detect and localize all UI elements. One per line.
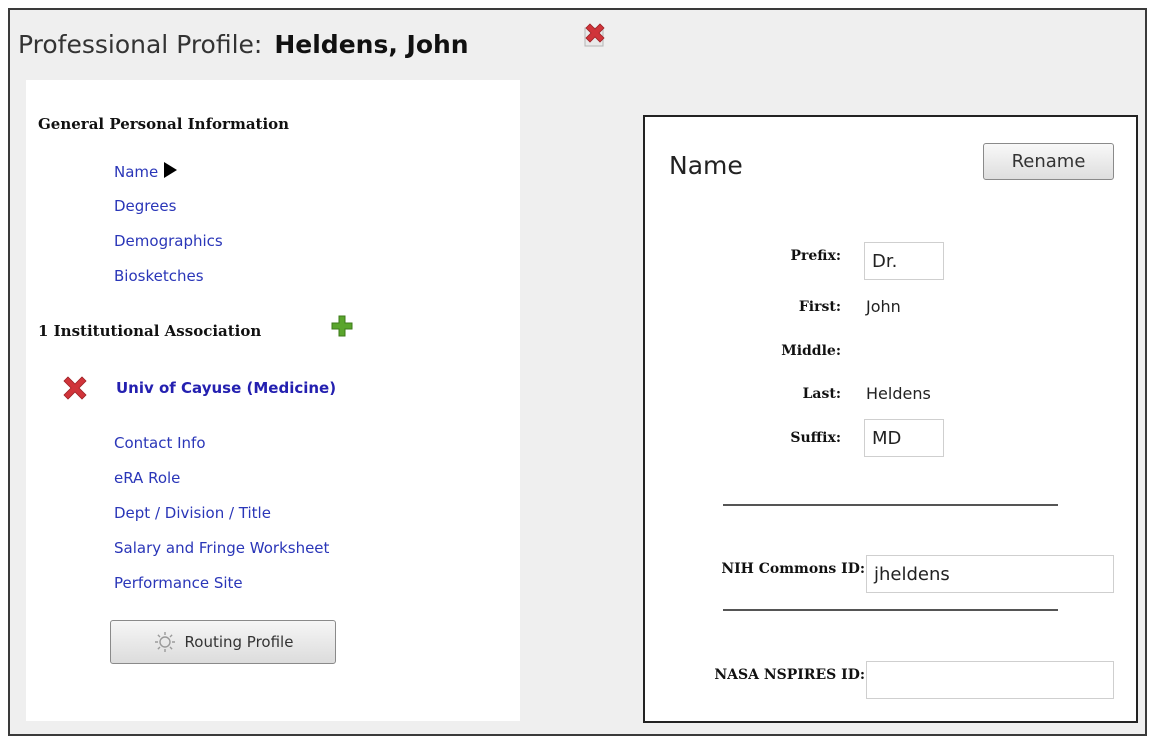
- last-label: Last:: [802, 386, 841, 402]
- sidebar-item-performance-site[interactable]: Performance Site: [114, 574, 243, 592]
- person-name: Heldens, John: [274, 30, 469, 59]
- first-label: First:: [798, 299, 841, 315]
- prefix-label: Prefix:: [790, 248, 841, 264]
- routing-profile-button[interactable]: Routing Profile: [110, 620, 336, 664]
- delete-x-icon[interactable]: [582, 22, 608, 48]
- first-value: John: [866, 297, 901, 316]
- middle-label: Middle:: [781, 343, 841, 359]
- page-title-prefix: Professional Profile:: [18, 30, 263, 59]
- sidebar-item-biosketches[interactable]: Biosketches: [114, 267, 204, 285]
- suffix-label: Suffix:: [790, 430, 841, 446]
- sidebar-item-demographics[interactable]: Demographics: [114, 232, 223, 250]
- nih-commons-input[interactable]: jheldens: [866, 555, 1114, 593]
- nih-commons-label: NIH Commons ID:: [721, 561, 865, 577]
- panel-title: Name: [669, 151, 743, 180]
- institution-link[interactable]: Univ of Cayuse (Medicine): [116, 379, 336, 397]
- suffix-input[interactable]: MD: [864, 419, 944, 457]
- sidebar-item-salary-fringe[interactable]: Salary and Fringe Worksheet: [114, 539, 329, 557]
- last-value: Heldens: [866, 384, 931, 403]
- sidebar-item-degrees[interactable]: Degrees: [114, 197, 176, 215]
- sidebar-item-name[interactable]: Name: [114, 162, 178, 181]
- green-plus-icon[interactable]: [331, 315, 353, 337]
- sidebar-item-era-role[interactable]: eRA Role: [114, 469, 180, 487]
- rename-button[interactable]: Rename: [983, 143, 1114, 180]
- nasa-nspires-label: NASA NSPIRES ID:: [714, 667, 865, 683]
- divider: [723, 609, 1058, 611]
- name-panel: Name Rename Prefix: Dr. First: John Midd…: [643, 115, 1138, 723]
- general-info-heading: General Personal Information: [38, 115, 290, 133]
- nasa-nspires-input[interactable]: [866, 661, 1114, 699]
- gear-icon: [154, 632, 175, 652]
- current-arrow-icon: [164, 162, 178, 178]
- prefix-input[interactable]: Dr.: [864, 242, 944, 280]
- red-x-icon[interactable]: [63, 376, 87, 400]
- page-title: Professional Profile: Heldens, John: [18, 30, 469, 59]
- sidebar-item-dept-division-title[interactable]: Dept / Division / Title: [114, 504, 271, 522]
- routing-profile-label: Routing Profile: [184, 633, 294, 651]
- sidebar-item-name-label: Name: [114, 163, 159, 181]
- institutional-heading: 1 Institutional Association: [38, 322, 262, 340]
- divider: [723, 504, 1058, 506]
- sidebar-item-contact-info[interactable]: Contact Info: [114, 434, 206, 452]
